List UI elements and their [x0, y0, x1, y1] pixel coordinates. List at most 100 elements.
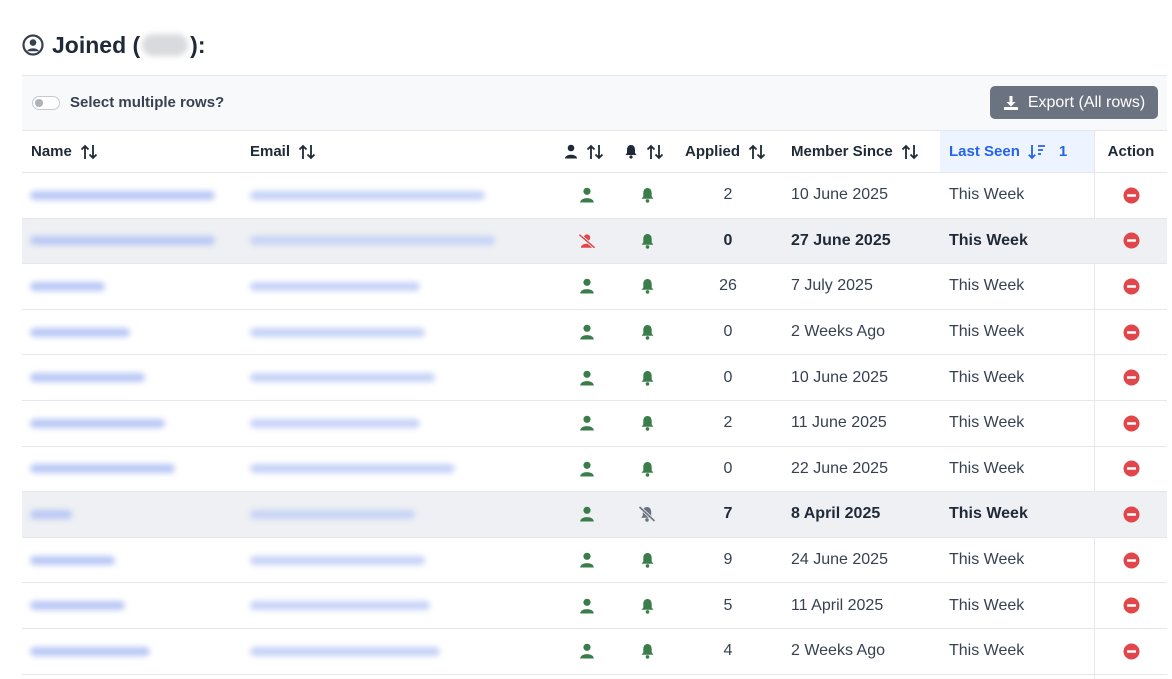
download-icon — [1003, 95, 1018, 110]
member-name-link[interactable] — [30, 492, 72, 537]
member-since: 11 April 2025 — [791, 596, 884, 614]
user-icon — [578, 310, 596, 355]
applied-count: 0 — [723, 323, 733, 341]
member-name-link[interactable] — [30, 447, 175, 492]
column-header-last-seen-label: Last Seen — [949, 143, 1020, 160]
member-email-link[interactable] — [250, 447, 455, 492]
remove-member-button[interactable] — [1121, 310, 1141, 355]
bell-icon — [638, 173, 656, 218]
user-icon — [578, 447, 596, 492]
user-icon — [578, 173, 596, 218]
member-since: 27 June 2025 — [791, 231, 891, 249]
member-email-link[interactable] — [250, 629, 440, 674]
user-icon — [578, 492, 596, 537]
minus-circle-icon — [1123, 506, 1140, 523]
user-icon — [578, 629, 596, 674]
member-name-link[interactable] — [30, 310, 130, 355]
last-seen: This Week — [949, 551, 1025, 569]
column-header-member-since[interactable]: Member Since — [791, 131, 941, 172]
member-name-link[interactable] — [30, 219, 215, 264]
member-name-link[interactable] — [30, 401, 165, 446]
member-name-link[interactable] — [30, 583, 125, 628]
minus-circle-icon — [1123, 552, 1140, 569]
minus-circle-icon — [1123, 324, 1140, 341]
bell-icon — [638, 264, 656, 309]
last-seen: This Week — [949, 368, 1025, 386]
member-email-link[interactable] — [250, 401, 420, 446]
joined-count-redacted — [142, 34, 189, 56]
bell-slash-icon — [638, 492, 656, 537]
sort-icon — [585, 143, 605, 161]
column-header-email-label: Email — [250, 143, 291, 160]
table-row: 26 7 July 2025 This Week — [22, 264, 1167, 310]
remove-member-button[interactable] — [1121, 264, 1141, 309]
column-header-action-label: Action — [1107, 143, 1155, 160]
remove-member-button[interactable] — [1121, 583, 1141, 628]
remove-member-button[interactable] — [1121, 173, 1141, 218]
column-header-applied[interactable]: Applied — [685, 131, 785, 172]
export-button-label: Export (All rows) — [1027, 93, 1146, 111]
bell-icon — [638, 219, 656, 264]
column-header-email[interactable]: Email — [241, 131, 541, 172]
remove-member-button[interactable] — [1121, 401, 1141, 446]
last-seen: This Week — [949, 414, 1025, 432]
column-header-last-seen[interactable]: Last Seen 1 — [940, 131, 1094, 172]
sort-order-badge: 1 — [1058, 143, 1068, 160]
minus-circle-icon — [1123, 643, 1140, 660]
table-body: 2 10 June 2025 This Week 0 27 June 2025 This … — [22, 173, 1167, 675]
member-email-link[interactable] — [250, 492, 415, 537]
remove-member-button[interactable] — [1121, 538, 1141, 583]
table-row: 0 27 June 2025 This Week — [22, 218, 1167, 265]
bell-icon — [638, 401, 656, 446]
table-row: 2 11 June 2025 This Week — [22, 401, 1167, 447]
column-header-name[interactable]: Name — [22, 131, 232, 172]
minus-circle-icon — [1123, 460, 1140, 477]
member-name-link[interactable] — [30, 538, 115, 583]
column-header-member-since-label: Member Since — [791, 143, 893, 160]
member-email-link[interactable] — [250, 538, 425, 583]
member-email-link[interactable] — [250, 583, 430, 628]
member-email-link[interactable] — [250, 310, 425, 355]
user-icon — [578, 355, 596, 400]
sort-icon — [79, 143, 99, 161]
member-name-link[interactable] — [30, 355, 145, 400]
user-circle-icon — [22, 34, 44, 56]
table-row: 5 11 April 2025 This Week — [22, 583, 1167, 629]
members-table: Select multiple rows? Export (All rows) … — [22, 75, 1167, 679]
select-multiple-toggle[interactable] — [32, 96, 60, 110]
remove-member-button[interactable] — [1121, 629, 1141, 674]
last-seen: This Week — [949, 231, 1028, 249]
member-name-link[interactable] — [30, 264, 105, 309]
member-since: 24 June 2025 — [791, 551, 888, 569]
table-row: 9 24 June 2025 This Week — [22, 538, 1167, 584]
column-header-active[interactable] — [564, 131, 622, 172]
member-email-link[interactable] — [250, 355, 435, 400]
remove-member-button[interactable] — [1121, 355, 1141, 400]
member-name-link[interactable] — [30, 629, 150, 674]
member-email-link[interactable] — [250, 219, 495, 264]
sort-icon — [297, 143, 317, 161]
toggle-knob — [35, 99, 43, 107]
export-button[interactable]: Export (All rows) — [990, 86, 1158, 119]
user-icon — [578, 401, 596, 446]
bell-icon — [638, 355, 656, 400]
member-name-link[interactable] — [30, 173, 215, 218]
member-email-link[interactable] — [250, 173, 485, 218]
last-seen: This Week — [949, 186, 1025, 204]
column-header-notifications[interactable] — [624, 131, 682, 172]
member-email-link[interactable] — [250, 264, 420, 309]
member-since: 10 June 2025 — [791, 368, 888, 386]
applied-count: 0 — [723, 459, 733, 477]
remove-member-button[interactable] — [1121, 447, 1141, 492]
remove-member-button[interactable] — [1121, 492, 1141, 537]
page-title-suffix: ): — [190, 31, 206, 58]
remove-member-button[interactable] — [1121, 219, 1141, 264]
last-seen: This Week — [949, 323, 1025, 341]
member-since: 10 June 2025 — [791, 186, 888, 204]
applied-count: 2 — [723, 414, 733, 432]
table-row: 0 2 Weeks Ago This Week — [22, 310, 1167, 356]
minus-circle-icon — [1123, 187, 1140, 204]
user-icon — [578, 264, 596, 309]
table-row: 2 10 June 2025 This Week — [22, 173, 1167, 219]
last-seen: This Week — [949, 505, 1028, 523]
